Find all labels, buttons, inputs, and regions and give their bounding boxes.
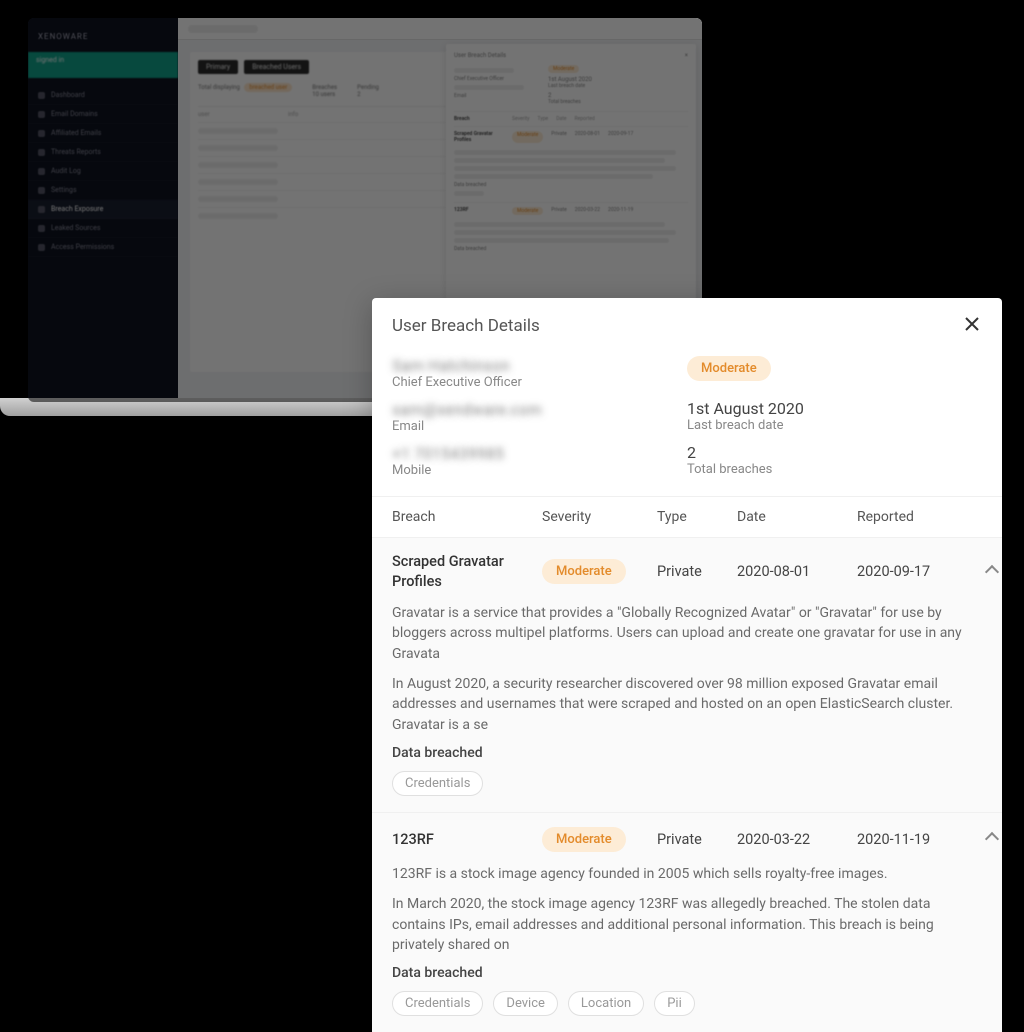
user-name-blurred: Sam Hatchinson [392,356,687,375]
col-type: Type [657,509,737,525]
tag: Device [493,991,558,1016]
total-breaches-label: Total breaches [687,462,982,477]
col-date: Date [737,509,857,525]
col-reported: Reported [857,509,977,525]
data-breached-label: Data breached [392,965,982,981]
user-role: Chief Executive Officer [392,375,687,390]
breach-table-header: Breach Severity Type Date Reported [372,496,1002,537]
breach-item: Scraped Gravatar Profiles Moderate Priva… [372,537,1002,812]
tag: Location [568,991,644,1016]
modal-title: User Breach Details [392,316,540,336]
breach-date: 2020-08-01 [737,563,857,580]
breach-description: 123RF is a stock image agency founded in… [392,864,982,884]
tag: Credentials [392,771,483,796]
breach-tags: Credentials [392,771,982,796]
mobile-label: Mobile [392,463,687,478]
breach-name: 123RF [392,830,542,850]
close-icon[interactable] [962,314,982,338]
breach-reported: 2020-09-17 [857,563,977,580]
email-label: Email [392,419,687,434]
breach-severity-badge: Moderate [542,559,626,584]
breach-reported: 2020-11-19 [857,831,977,848]
total-breaches: 2 [687,443,982,462]
severity-badge: Moderate [687,356,771,381]
chevron-up-icon[interactable] [985,832,999,846]
breach-name: Scraped Gravatar Profiles [392,552,542,591]
user-email-blurred: sam@xendware.com [392,400,687,419]
tag: Credentials [392,991,483,1016]
breach-severity-badge: Moderate [542,827,626,852]
data-breached-label: Data breached [392,745,982,761]
breach-description: Gravatar is a service that provides a "G… [392,603,982,664]
breach-description: In August 2020, a security researcher di… [392,674,982,735]
last-breach-date: 1st August 2020 [687,399,982,418]
user-mobile-blurred: +1 7015439985 [392,444,687,463]
modal-header: User Breach Details [372,298,1002,350]
col-severity: Severity [542,509,657,525]
breach-row[interactable]: 123RF Moderate Private 2020-03-22 2020-1… [392,827,982,852]
breach-description: In March 2020, the stock image agency 12… [392,894,982,955]
chevron-up-icon[interactable] [985,564,999,578]
breach-item: 123RF Moderate Private 2020-03-22 2020-1… [372,812,1002,1032]
breach-date: 2020-03-22 [737,831,857,848]
last-breach-label: Last breach date [687,418,982,433]
tag: Pii [654,991,695,1016]
breach-row[interactable]: Scraped Gravatar Profiles Moderate Priva… [392,552,982,591]
breach-type: Private [657,831,737,848]
breach-tags: Credentials Device Location Pii [392,991,982,1016]
col-breach: Breach [392,509,542,525]
user-breach-modal: User Breach Details Sam Hatchinson Chief… [372,298,1002,1032]
user-info: Sam Hatchinson Chief Executive Officer s… [372,350,1002,496]
breach-type: Private [657,563,737,580]
